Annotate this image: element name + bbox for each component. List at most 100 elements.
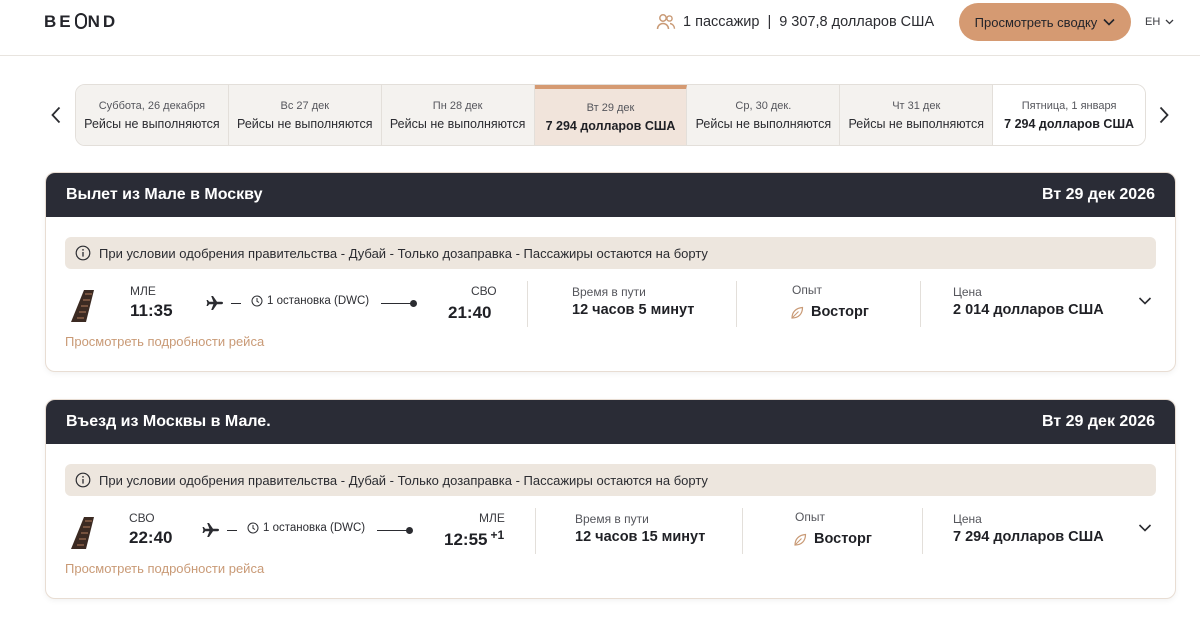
info-icon — [75, 472, 91, 488]
date-option-dec-30[interactable]: Ср, 30 дек. Рейсы не выполняются — [687, 85, 841, 145]
previous-dates-button[interactable] — [48, 104, 64, 126]
route-line — [377, 530, 409, 531]
arrival-airport: СВО — [471, 284, 497, 298]
duration-value: 12 часов 5 минут — [572, 302, 695, 318]
language-selector[interactable]: ЕН — [1145, 16, 1174, 28]
date-label: Ср, 30 дек. — [735, 99, 792, 112]
booking-summary-info: 1 пассажир | 9 307,8 долларов США — [656, 12, 934, 32]
date-status: Рейсы не выполняются — [84, 116, 220, 131]
date-selector: Суббота, 26 декабря Рейсы не выполняются… — [75, 84, 1146, 146]
arrival-airport: МЛЕ — [479, 511, 505, 525]
price-value: 2 014 долларов США — [953, 302, 1104, 318]
chevron-down-icon — [1103, 18, 1115, 26]
chevron-down-icon[interactable] — [1138, 523, 1152, 533]
route-line — [381, 303, 413, 304]
arrival-time-value: 12:55 — [444, 530, 488, 549]
chevron-down-icon — [1165, 19, 1174, 25]
inbound-date: Вт 29 дек 2026 — [1042, 413, 1155, 430]
departure-airport: СВО — [129, 511, 155, 525]
divider — [736, 281, 737, 327]
date-label: Пятница, 1 января — [1021, 99, 1117, 112]
stop-info: 1 остановка (DWC) — [247, 522, 365, 534]
date-option-dec-27[interactable]: Вс 27 дек Рейсы не выполняются — [228, 85, 382, 145]
date-status: Рейсы не выполняются — [237, 116, 373, 131]
airline-tail-icon — [71, 517, 94, 549]
info-icon — [75, 245, 91, 261]
logo-text-right: ND — [87, 12, 119, 31]
view-summary-button[interactable]: Просмотреть сводку — [959, 3, 1131, 41]
date-option-dec-31[interactable]: Чт 31 дек Рейсы не выполняются — [840, 85, 994, 145]
language-label: ЕН — [1145, 16, 1161, 28]
clock-icon — [247, 522, 259, 534]
route-line — [227, 530, 237, 531]
date-label: Вт 29 дек — [586, 101, 635, 114]
experience-label: Опыт — [792, 283, 822, 297]
logo-o-mark — [74, 13, 87, 29]
route-line — [231, 303, 241, 304]
date-status: Рейсы не выполняются — [389, 116, 526, 131]
date-status: Рейсы не выполняются — [848, 116, 984, 131]
outbound-flight-row[interactable]: МЛЕ 11:35 1 остановка (DWC) СВО 21:40 Вр… — [46, 281, 1175, 337]
stop-info: 1 остановка (DWC) — [251, 295, 369, 307]
departure-time: 22:40 — [129, 528, 173, 547]
inbound-title: Въезд из Москвы в Мале. — [66, 413, 271, 430]
leaf-icon — [794, 533, 807, 546]
outbound-title: Вылет из Мале в Москву — [66, 186, 263, 203]
airline-tail-icon — [71, 290, 94, 322]
clock-icon — [251, 295, 263, 307]
chevron-down-icon[interactable] — [1138, 296, 1152, 306]
plane-icon — [206, 296, 223, 310]
divider — [742, 508, 743, 554]
price-label: Цена — [953, 512, 982, 526]
date-option-dec-26[interactable]: Суббота, 26 декабря Рейсы не выполняются — [76, 85, 229, 145]
arrival-time: 21:40 — [448, 301, 494, 323]
top-header: BE ND 1 пассажир | 9 307,8 долларов США П… — [0, 0, 1200, 56]
date-option-dec-28[interactable]: Пн 28 дек Рейсы не выполняются — [381, 85, 535, 145]
arrival-time-value: 21:40 — [448, 303, 492, 322]
departure-airport: МЛЕ — [130, 284, 156, 298]
outbound-card-header: Вылет из Мале в Москву Вт 29 дек 2026 — [46, 173, 1175, 217]
experience-value: Восторг — [811, 304, 869, 320]
view-summary-label: Просмотреть сводку — [974, 14, 1098, 30]
divider — [527, 281, 528, 327]
duration-label: Время в пути — [572, 285, 646, 299]
next-dates-button[interactable] — [1156, 104, 1172, 126]
stops-label: 1 остановка (DWC) — [263, 522, 366, 534]
price-label: Цена — [953, 285, 982, 299]
date-label: Вс 27 дек — [280, 99, 330, 112]
duration-label: Время в пути — [575, 512, 649, 526]
outbound-notice: При условии одобрения правительства - Ду… — [65, 237, 1156, 269]
passengers-icon — [656, 14, 676, 30]
departure-time: 11:35 — [130, 301, 173, 320]
route-end-dot — [406, 527, 413, 534]
total-price: 9 307,8 долларов США — [779, 14, 935, 30]
day-offset: +1 — [490, 528, 505, 542]
arrival-time: 12:55 +1 — [444, 528, 504, 550]
divider — [922, 508, 923, 554]
leaf-icon — [791, 306, 804, 319]
beond-logo[interactable]: BE ND — [44, 12, 118, 32]
date-price: 7 294 долларов США — [545, 118, 676, 133]
duration-value: 12 часов 15 минут — [575, 529, 706, 545]
chevron-left-icon — [51, 106, 61, 124]
chevron-right-icon — [1159, 106, 1169, 124]
inbound-flight-row[interactable]: СВО 22:40 1 остановка (DWC) МЛЕ 12:55 +1 … — [46, 508, 1175, 564]
experience-value: Восторг — [814, 531, 872, 547]
passenger-count: 1 пассажир — [683, 14, 760, 30]
divider — [535, 508, 536, 554]
stops-label: 1 остановка (DWC) — [267, 295, 370, 307]
experience-label: Опыт — [795, 510, 825, 524]
date-option-jan-1[interactable]: Пятница, 1 января 7 294 долларов США — [993, 85, 1145, 145]
inbound-notice: При условии одобрения правительства - Ду… — [65, 464, 1156, 496]
notice-text: При условии одобрения правительства - Ду… — [99, 472, 708, 488]
date-price: 7 294 долларов США — [1004, 116, 1135, 131]
plane-icon — [202, 523, 219, 537]
view-flight-details-link[interactable]: Просмотреть подробности рейса — [65, 334, 264, 349]
price-value: 7 294 долларов США — [953, 529, 1104, 545]
date-option-dec-29-selected[interactable]: Вт 29 дек 7 294 долларов США — [534, 85, 688, 145]
notice-text: При условии одобрения правительства - Ду… — [99, 245, 708, 261]
date-label: Пн 28 дек — [432, 99, 483, 112]
inbound-flight-card: Въезд из Москвы в Мале. Вт 29 дек 2026 П… — [45, 399, 1176, 599]
view-flight-details-link[interactable]: Просмотреть подробности рейса — [65, 561, 264, 576]
route-end-dot — [410, 300, 417, 307]
